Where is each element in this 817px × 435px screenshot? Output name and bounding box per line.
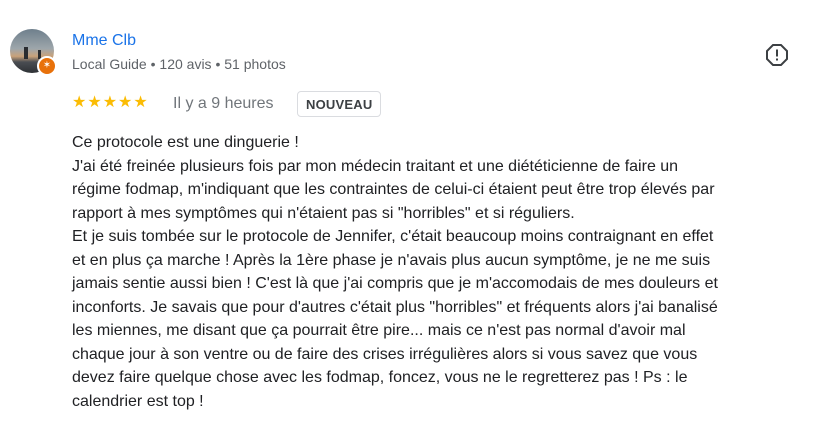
star-icon: ★ — [133, 94, 148, 111]
review-text-line: inconforts. Je savais que pour d'autres … — [72, 298, 718, 316]
star-icon: ★ — [118, 94, 133, 111]
review-text-line: J'ai été freinée plusieurs fois par mon … — [72, 157, 679, 175]
review-text-line: Ce protocole est une dinguerie ! — [72, 134, 299, 151]
star-icon: ★ — [72, 94, 87, 111]
review-text-line: chaque jour à son ventre ou de faire des… — [72, 345, 698, 363]
review-text-line: devez faire quelque chose avec les fodma… — [72, 369, 688, 386]
review-text-line: rapport à mes symptômes qui n'étaient pa… — [72, 204, 575, 222]
star-rating: ★ ★ ★ ★ ★ — [72, 95, 148, 111]
report-flag-icon — [766, 44, 788, 66]
review-text-line: jamais sentie aussi bien ! C'est là que … — [72, 275, 718, 292]
review-text-line: calendrier est top ! — [72, 392, 204, 410]
reviewer-name[interactable]: Mme Clb — [72, 32, 136, 50]
review-text-line: Et je suis tombée sur le protocole de Je… — [72, 228, 714, 245]
star-icon: ★ — [102, 94, 118, 111]
avatar-photo-detail — [24, 47, 28, 59]
reviewer-role: Local Guide — [72, 56, 147, 72]
reviewer-photo-count: 51 photos — [224, 56, 286, 72]
reviewer-review-count: 120 avis — [159, 56, 212, 72]
review-time: Il y a 9 heures — [173, 95, 274, 112]
review-text-line: les miennes, me disant que ça pourrait ê… — [72, 322, 686, 339]
reviewer-meta: Local Guide • 120 avis • 51 photos — [72, 56, 286, 72]
review-text-line: régime fodmap, m'indiquant que les contr… — [72, 181, 715, 198]
new-badge: NOUVEAU — [297, 91, 382, 117]
local-guide-badge-icon: ✶ — [37, 56, 57, 76]
report-review-button[interactable] — [762, 40, 792, 70]
review-card: ✶ Mme Clb Local Guide • 120 avis • 51 ph… — [0, 0, 817, 435]
star-icon: ★ — [87, 94, 102, 111]
meta-separator: • — [215, 56, 221, 72]
review-text-line: et en plus ça marche ! Après la 1ère pha… — [72, 251, 711, 269]
review-text: Ce protocole est une dinguerie ! J'ai été… — [72, 131, 802, 413]
meta-separator: • — [150, 56, 156, 72]
